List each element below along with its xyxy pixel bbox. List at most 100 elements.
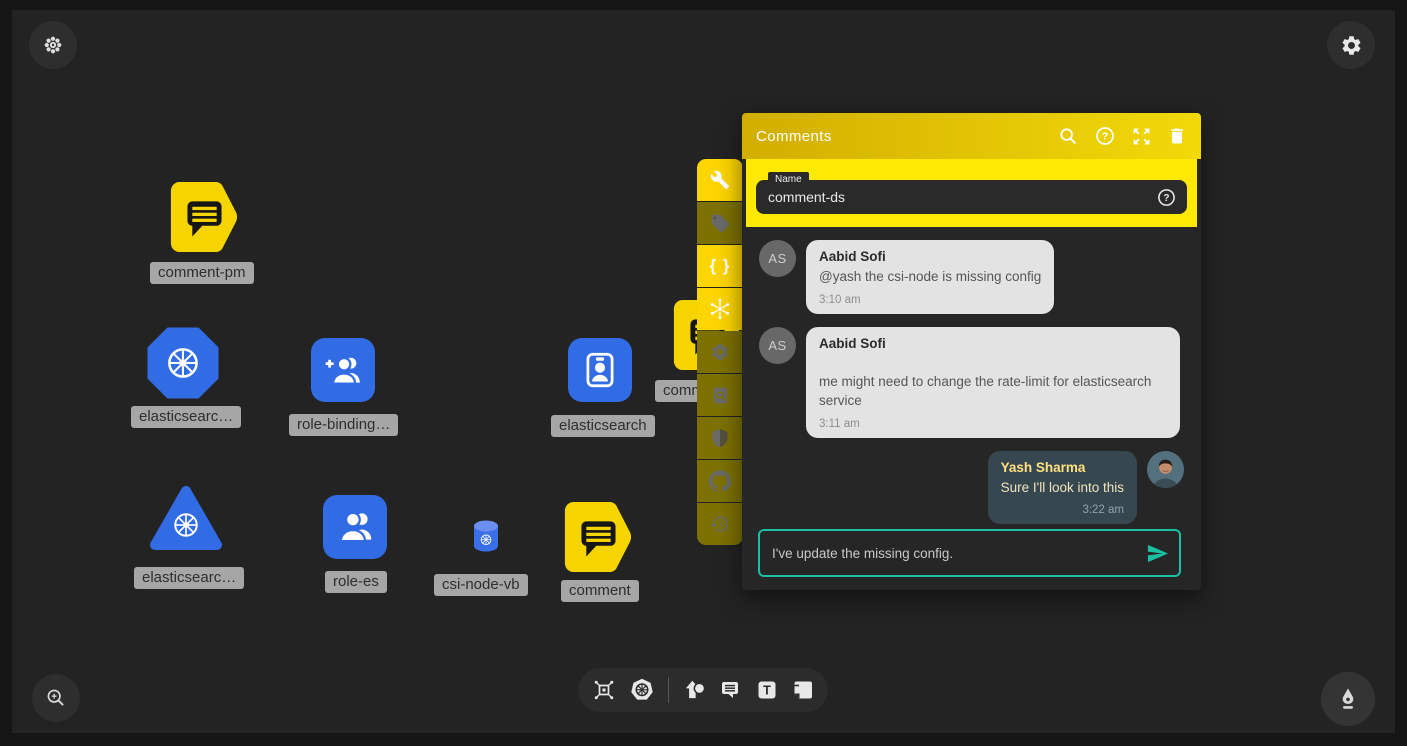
node-comment-pm[interactable] [167,179,241,260]
node-comment[interactable] [561,499,635,580]
service-account-badge-icon [579,349,621,391]
settings-gear-icon [1340,34,1363,57]
message-time: 3:22 am [1001,504,1124,516]
doc-search-button[interactable] [697,374,743,416]
name-help-button[interactable]: ? [1156,187,1177,208]
help-icon: ? [1094,125,1116,147]
kubernetes-triangle-icon [148,484,224,552]
message-input[interactable] [760,546,1146,561]
note-tool-button[interactable] [791,678,815,702]
message-time: 3:11 am [819,418,1167,430]
chat-message: Yash Sharma Sure I'll look into this 3:2… [759,451,1184,525]
search-icon [1057,125,1079,147]
github-icon [709,470,731,492]
text-tool-button[interactable]: T [755,678,779,702]
role-binding-icon [322,349,364,391]
text-icon: T [755,678,779,702]
node-elasticsearch-octagon[interactable] [147,327,219,404]
settings-button[interactable] [1327,21,1375,69]
avatar-initials: AS [759,327,796,364]
zoom-button[interactable] [32,674,80,722]
shield-icon [710,428,730,448]
svg-text:?: ? [1163,193,1169,204]
svg-text:?: ? [1102,131,1108,143]
node-role-binding[interactable] [311,338,375,402]
node-label[interactable]: elasticsearc… [131,406,241,428]
node-elasticsearch-serviceaccount[interactable] [568,338,632,402]
message-text: Sure I'll look into this [1001,478,1124,498]
expand-button[interactable] [1131,126,1152,147]
comment-node-icon [561,499,635,575]
trash-icon [1167,126,1187,146]
node-label[interactable]: csi-node-vb [434,574,528,596]
braces-button[interactable]: { } [697,245,743,287]
github-button[interactable] [697,460,743,502]
toolbar-divider [668,677,669,703]
flower-icon [42,34,64,56]
message-list: AS Aabid Sofi @yash the csi-node is miss… [742,227,1201,524]
node-label[interactable]: role-binding… [289,414,398,436]
message-author: Aabid Sofi [819,249,1041,264]
message-author: Aabid Sofi [819,336,1167,351]
delete-button[interactable] [1167,126,1187,146]
history-icon [710,514,730,534]
component-icon [591,677,617,703]
node-csi-node-vb[interactable] [468,518,504,561]
panel-title: Comments [756,128,1057,145]
gear-icon [710,342,730,362]
pen-tool-button[interactable] [1321,672,1375,726]
node-elasticsearch-triangle[interactable] [148,484,224,557]
send-button[interactable] [1146,542,1169,565]
message-bubble: Aabid Sofi @yash the csi-node is missing… [806,240,1054,314]
component-tool-button[interactable] [591,677,617,703]
send-icon [1146,542,1169,565]
node-label[interactable]: role-es [325,571,387,593]
comment-tool-button[interactable] [718,678,742,702]
note-icon [791,678,815,702]
tag-icon [710,213,731,234]
shield-button[interactable] [697,417,743,459]
chat-message: AS Aabid Sofi me might need to change th… [759,327,1184,438]
wrench-button[interactable] [697,159,743,201]
search-button[interactable] [1057,125,1079,147]
shapes-icon [682,678,706,702]
role-icon [334,506,376,548]
tag-button[interactable] [697,202,743,244]
kubernetes-octagon-icon [147,327,219,399]
avatar-initials: AS [759,240,796,277]
config-gear-button[interactable] [697,331,743,373]
comments-panel: Comments ? [742,113,1201,590]
avatar-photo [1147,451,1184,488]
comment-icon [718,678,742,702]
shape-dock-toolbar: T [578,668,828,712]
node-label[interactable]: comment-pm [150,262,254,284]
cluster-flower-button[interactable] [29,21,77,69]
braces-icon: { } [710,256,731,276]
svg-text:T: T [763,683,771,697]
node-label[interactable]: elasticsearch [551,415,655,437]
hub-icon [708,297,732,321]
shapes-tool-button[interactable] [682,678,706,702]
node-label[interactable]: elasticsearc… [134,567,244,589]
history-button[interactable] [697,503,743,545]
message-composer [758,529,1181,577]
node-label[interactable]: comment [561,580,639,602]
name-input[interactable] [756,189,1156,205]
message-text: me might need to change the rate-limit f… [819,372,1167,411]
storage-cylinder-icon [468,518,504,556]
message-time: 3:10 am [819,294,1041,306]
expand-icon [1131,126,1152,147]
help-button[interactable]: ? [1094,125,1116,147]
kubernetes-tool-button[interactable] [629,677,655,703]
comment-node-icon [167,179,241,255]
pen-nib-icon [1335,686,1361,712]
hub-button[interactable] [697,288,743,330]
message-bubble: Aabid Sofi me might need to change the r… [806,327,1180,438]
name-field-label: Name [768,172,809,187]
comments-panel-header[interactable]: Comments ? [742,113,1201,159]
message-author: Yash Sharma [1001,460,1124,475]
node-action-toolbar: { } [697,159,743,545]
wrench-icon [710,170,730,190]
node-role-es[interactable] [323,495,387,559]
help-icon: ? [1156,187,1177,208]
